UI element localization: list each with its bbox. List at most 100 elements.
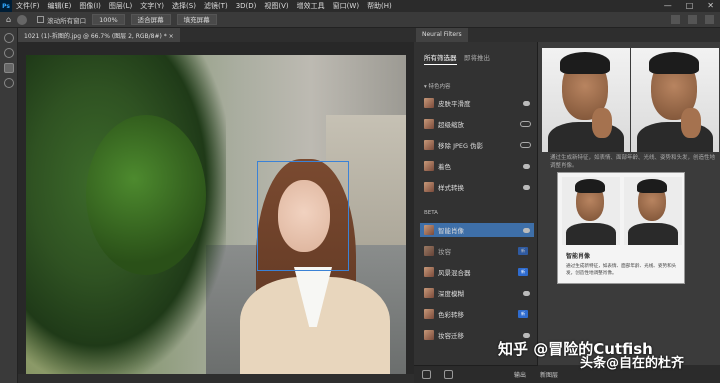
maximize-button[interactable]: □: [686, 1, 694, 10]
filter-thumbnail: [424, 330, 434, 340]
filter-label: 深度模糊: [438, 290, 464, 298]
filter-depth-blur[interactable]: 深度模糊: [420, 286, 534, 300]
watermark-toutiao: 头条@自在的杜齐: [580, 356, 685, 371]
menu-layer[interactable]: 图层(L): [109, 1, 132, 11]
filter-thumbnail: [424, 161, 434, 171]
preview-before-image: [542, 48, 630, 152]
filter-thumbnail: [424, 98, 434, 108]
tab-all-filters[interactable]: 所有筛选器: [424, 52, 457, 65]
document-tab[interactable]: 1021 (1)-拆图的.jpg @ 66.7% (图层 2, RGB/8#) …: [18, 28, 180, 42]
filter-tabs: 所有筛选器 即将推出: [414, 52, 538, 66]
filter-colorize[interactable]: 着色: [420, 159, 534, 173]
output-select[interactable]: 新图层: [540, 370, 558, 379]
popup-shirt: [566, 223, 616, 245]
filter-makeup[interactable]: 妆容 新: [420, 244, 534, 258]
workspace-icon[interactable]: [688, 15, 697, 24]
hand-tool-icon[interactable]: [4, 63, 14, 73]
filter-label: 超级缩放: [438, 121, 464, 129]
filter-label: 色彩转移: [438, 311, 464, 319]
popup-hair: [637, 179, 667, 193]
canvas-area[interactable]: [18, 42, 414, 383]
menu-3d[interactable]: 3D(D): [236, 2, 257, 10]
menu-view[interactable]: 视图(V): [264, 1, 288, 11]
tab-coming-soon[interactable]: 即将推出: [464, 52, 490, 62]
filter-color-transfer[interactable]: 色彩转移 新: [420, 307, 534, 321]
menu-bar: Ps 文件(F) 编辑(E) 图像(I) 图层(L) 文字(Y) 选择(S) 滤…: [0, 0, 720, 12]
menu-edit[interactable]: 编辑(E): [48, 1, 72, 11]
fit-screen-button[interactable]: 适合屏幕: [130, 14, 171, 25]
preview-shirt: [548, 122, 624, 152]
filter-thumbnail: [424, 309, 434, 319]
minimize-button[interactable]: —: [664, 1, 672, 10]
cloud-download-icon[interactable]: [523, 332, 530, 338]
options-right-icons: [671, 15, 714, 24]
filter-thumbnail: [424, 140, 434, 150]
neural-filters-tab[interactable]: Neural Filters: [416, 28, 468, 42]
zoom-value-button[interactable]: 100%: [92, 14, 125, 25]
document-image[interactable]: [26, 55, 406, 375]
zoom-tool-icon[interactable]: [4, 78, 14, 88]
popup-hair: [575, 179, 605, 193]
share-icon[interactable]: [705, 15, 714, 24]
filter-landscape-mixer[interactable]: 风景混合器 新: [420, 265, 534, 279]
filter-label: 皮肤平滑度: [438, 100, 471, 108]
menu-help[interactable]: 帮助(H): [367, 1, 392, 11]
filter-label: 样式转换: [438, 184, 464, 192]
status-bar: [18, 374, 414, 383]
filter-thumbnail: [424, 119, 434, 129]
filter-toggle[interactable]: [520, 142, 531, 148]
options-bar: ⌂ 滚动所有窗口 100% 适合屏幕 填充屏幕: [0, 12, 720, 28]
fill-screen-button[interactable]: 填充屏幕: [176, 14, 217, 25]
preview-caption: 通过生成新特征，如表情、面部年龄、光线、姿势和头发，创造性地调整肖像。: [550, 155, 716, 169]
filter-thumbnail: [424, 182, 434, 192]
hand-tool-icon[interactable]: [17, 14, 28, 25]
popup-shirt: [628, 223, 678, 245]
section-featured[interactable]: ▾ 特色内容: [424, 82, 451, 90]
close-button[interactable]: ✕: [707, 1, 714, 10]
cloud-download-icon[interactable]: [523, 100, 530, 106]
zoom-in-tool-icon[interactable]: [4, 33, 14, 43]
filter-super-zoom[interactable]: 超级缩放: [420, 117, 534, 131]
home-icon[interactable]: ⌂: [6, 15, 11, 24]
menu-filter[interactable]: 滤镜(T): [204, 1, 228, 11]
new-badge: 新: [518, 310, 528, 318]
cloud-download-icon[interactable]: [523, 163, 530, 169]
filter-jpeg-artifacts[interactable]: 移除 JPEG 伪影: [420, 138, 534, 152]
panel-header: Neural Filters: [414, 28, 720, 42]
menu-file[interactable]: 文件(F): [16, 1, 40, 11]
menu-select[interactable]: 选择(S): [172, 1, 196, 11]
popup-before-image: [562, 177, 620, 245]
cloud-download-icon[interactable]: [523, 184, 530, 190]
cloud-download-icon[interactable]: [523, 290, 530, 296]
layers-icon[interactable]: [444, 370, 453, 379]
menu-image[interactable]: 图像(I): [79, 1, 101, 11]
filter-thumbnail: [424, 267, 434, 277]
menu-window[interactable]: 窗口(W): [333, 1, 359, 11]
preview-hand: [681, 108, 701, 138]
filter-label: 妆容: [438, 248, 451, 256]
scroll-all-checkbox[interactable]: [37, 16, 45, 23]
filter-thumbnail: [424, 246, 434, 256]
filter-skin-smoothing[interactable]: 皮肤平滑度: [420, 96, 534, 110]
zoom-out-tool-icon[interactable]: [4, 48, 14, 58]
window-controls: — □ ✕: [664, 1, 714, 10]
preview-hair: [560, 52, 610, 74]
tools-panel: [0, 28, 18, 383]
filter-label: 智能肖像: [438, 227, 464, 235]
menu-type[interactable]: 文字(Y): [140, 1, 164, 11]
filter-info-popup: 智能肖像 通过生成新特征，如表情、面部年龄、光线、姿势和头发，创造性地调整肖像。: [557, 172, 685, 284]
popup-after-image: [624, 177, 682, 245]
filter-label: 风景混合器: [438, 269, 471, 277]
search-icon[interactable]: [671, 15, 680, 24]
cloud-download-icon[interactable]: [523, 227, 530, 233]
compare-icon[interactable]: [422, 370, 431, 379]
scroll-all-label: 滚动所有窗口: [47, 16, 87, 25]
popup-title: 智能肖像: [566, 253, 591, 260]
preview-shirt: [637, 122, 713, 152]
filter-toggle[interactable]: [520, 121, 531, 127]
new-badge: 新: [518, 247, 528, 255]
filter-style-transfer[interactable]: 样式转换: [420, 180, 534, 194]
menu-plugins[interactable]: 增效工具: [297, 1, 325, 11]
filter-smart-portrait[interactable]: 智能肖像: [420, 223, 534, 237]
preview-hand: [592, 108, 612, 138]
